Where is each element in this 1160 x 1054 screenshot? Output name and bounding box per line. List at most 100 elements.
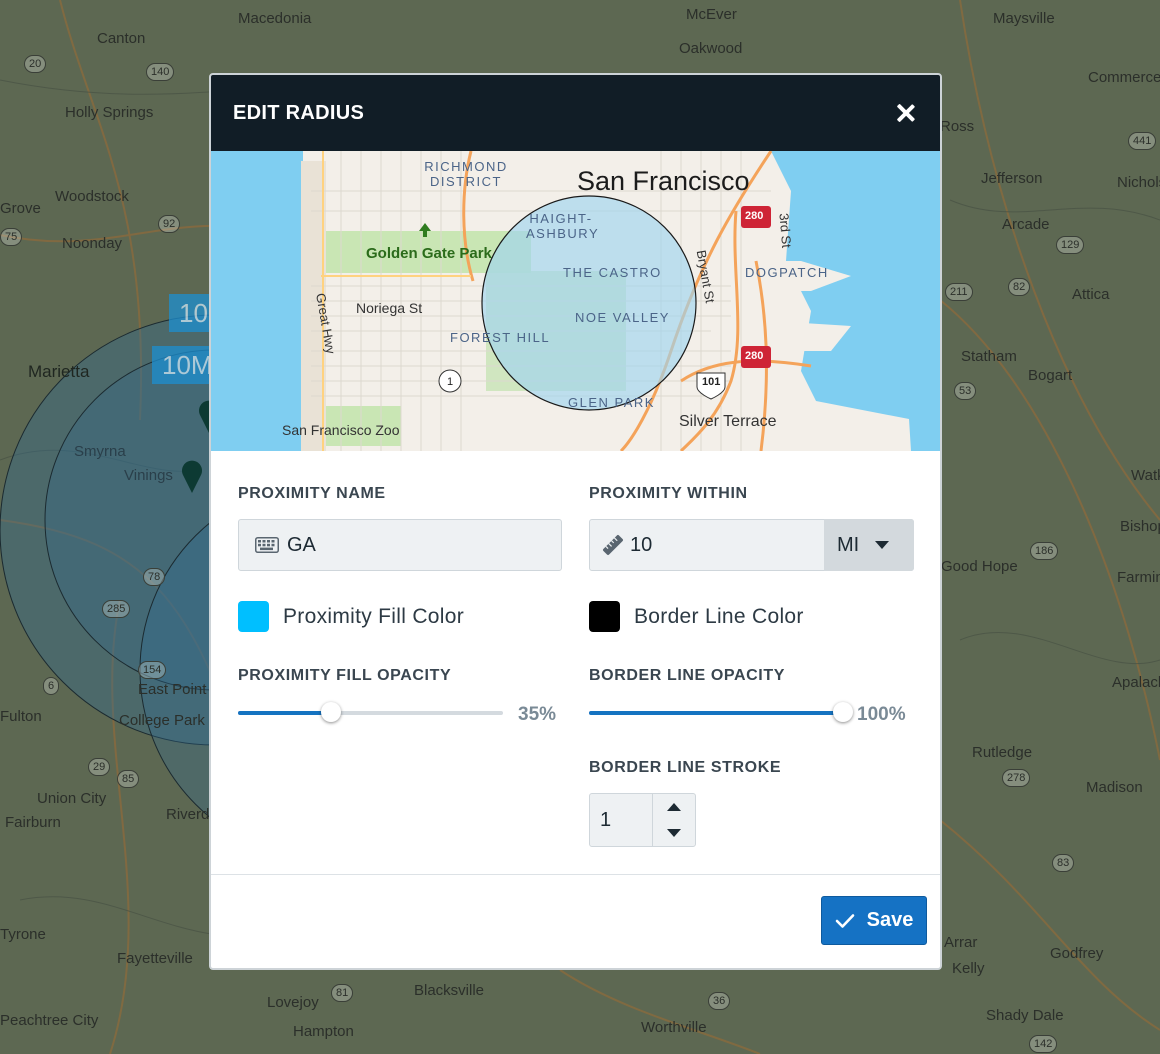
route-shield: 83 — [1052, 854, 1075, 872]
save-button[interactable]: Save — [821, 896, 927, 945]
route-shield: 211 — [945, 283, 973, 301]
route-shield: 92 — [158, 215, 181, 233]
map-label: Bogart — [1028, 367, 1073, 384]
map-label: Lovejoy — [267, 994, 319, 1011]
chevron-down-icon — [667, 829, 681, 837]
fill-opacity-value: 35% — [518, 704, 557, 725]
unit-select-value: MI — [837, 533, 860, 556]
preview-district-label: GLEN PARK — [568, 395, 655, 410]
map-label: Apalachee — [1112, 674, 1160, 691]
map-label: Maysville — [993, 10, 1055, 27]
map-label: Oakwood — [679, 40, 743, 57]
chevron-up-icon — [667, 803, 681, 811]
map-label: Hampton — [293, 1023, 354, 1040]
map-label: Watkinsville — [1131, 467, 1160, 484]
route-shield: 29 — [88, 758, 111, 776]
proximity-within-field[interactable]: 10 MI — [589, 519, 914, 571]
map-label: Kelly — [952, 960, 985, 977]
map-label: Smyrna — [74, 443, 126, 460]
map-label: Godfrey — [1050, 945, 1104, 962]
map-label: Bishop — [1120, 518, 1160, 535]
border-opacity-value: 100% — [857, 704, 906, 725]
preview-district-label: NOE VALLEY — [575, 310, 670, 325]
keyboard-icon — [255, 537, 279, 553]
map-label: Vinings — [124, 467, 173, 484]
route-shield: 140 — [146, 63, 175, 81]
route-shield: 441 — [1128, 132, 1157, 150]
preview-street-label: 3rd St — [776, 212, 795, 249]
close-icon[interactable] — [894, 101, 918, 125]
preview-district-label: RICHMOND DISTRICT — [424, 159, 508, 189]
route-shield: 75 — [0, 228, 23, 246]
proximity-within-value: 10 — [630, 533, 653, 556]
map-label: Ross — [940, 118, 975, 135]
preview-district-label: HAIGHT-ASHBURY — [526, 211, 600, 241]
stepper-decrement-button[interactable] — [653, 820, 695, 846]
map-label: Rutledge — [972, 744, 1033, 761]
footer-divider — [211, 874, 940, 875]
map-label: Worthville — [641, 1019, 707, 1036]
border-stroke-value[interactable]: 1 — [590, 794, 652, 846]
route-shield: 20 — [24, 55, 47, 73]
fill-opacity-slider-thumb[interactable] — [320, 702, 341, 722]
map-label: East Point — [138, 681, 207, 698]
fill-color-label: Proximity Fill Color — [283, 605, 465, 628]
route-shield: 53 — [954, 382, 977, 400]
map-label: Jefferson — [981, 170, 1043, 187]
preview-district-label: DOGPATCH — [745, 265, 829, 280]
fill-opacity-slider[interactable] — [238, 702, 503, 722]
map-label: Blacksville — [414, 982, 485, 999]
save-button-label: Save — [866, 909, 914, 931]
edit-radius-modal: EDIT RADIUS 1 San Francisco RICHMOND DIS… — [209, 73, 942, 970]
map-label: Macedonia — [238, 10, 312, 27]
route-shield: 82 — [1008, 278, 1031, 296]
preview-shield-label: 280 — [745, 350, 764, 362]
border-opacity-slider-fill — [589, 711, 843, 715]
preview-park-label: Golden Gate Park — [366, 245, 492, 262]
map-label: Attica — [1072, 286, 1110, 303]
route-shield: 154 — [138, 661, 167, 679]
modal-header: EDIT RADIUS — [211, 75, 940, 151]
proximity-name-field[interactable]: GA — [238, 519, 562, 571]
preview-place-label: San Francisco Zoo — [282, 422, 400, 438]
map-label: Noonday — [62, 235, 123, 252]
unit-select[interactable]: MI — [824, 519, 914, 571]
preview-city-label: San Francisco — [577, 166, 750, 196]
preview-place-label: Silver Terrace — [679, 413, 777, 430]
proximity-name-value: GA — [287, 533, 316, 556]
map-label: Woodstock — [55, 188, 129, 205]
checkmark-icon — [835, 913, 854, 928]
stepper-increment-button[interactable] — [653, 794, 695, 820]
map-label: Arcade — [1002, 216, 1050, 233]
fill-opacity-label: PROXIMITY FILL OPACITY — [238, 667, 452, 684]
border-color-swatch[interactable] — [589, 601, 620, 632]
modal-title: EDIT RADIUS — [233, 101, 365, 124]
map-label: Statham — [961, 348, 1017, 365]
preview-district-label: FOREST HILL — [450, 330, 551, 345]
map-label: Commerce — [1088, 69, 1160, 86]
route-shield: 81 — [331, 984, 354, 1002]
map-label: Peachtree City — [0, 1012, 99, 1029]
map-label: Union City — [37, 790, 107, 807]
map-label: Madison — [1086, 779, 1143, 796]
border-stroke-stepper[interactable]: 1 — [589, 793, 696, 847]
map-label: Canton — [97, 30, 146, 47]
route-shield: 36 — [708, 992, 731, 1010]
map-label: Shady Dale — [986, 1007, 1064, 1024]
border-opacity-slider[interactable] — [589, 702, 853, 722]
map-label: Grove — [0, 200, 41, 217]
border-opacity-slider-thumb[interactable] — [833, 702, 853, 722]
map-label: Marietta — [28, 362, 90, 381]
preview-shield-label: 280 — [745, 210, 764, 222]
border-color-label: Border Line Color — [634, 605, 804, 628]
map-label: Fayetteville — [117, 950, 193, 967]
route-shield: 278 — [1002, 769, 1031, 787]
route-shield: 6 — [43, 677, 60, 695]
route-shield: 129 — [1056, 236, 1085, 254]
radius-preview-map[interactable]: 1 San Francisco RICHMOND DISTRICT HAIGHT… — [211, 151, 940, 451]
route-shield: 78 — [143, 568, 166, 586]
route-shield: 85 — [117, 770, 140, 788]
svg-text:1: 1 — [447, 376, 453, 388]
fill-color-swatch[interactable] — [238, 601, 269, 632]
preview-shield-label: 101 — [702, 376, 721, 388]
